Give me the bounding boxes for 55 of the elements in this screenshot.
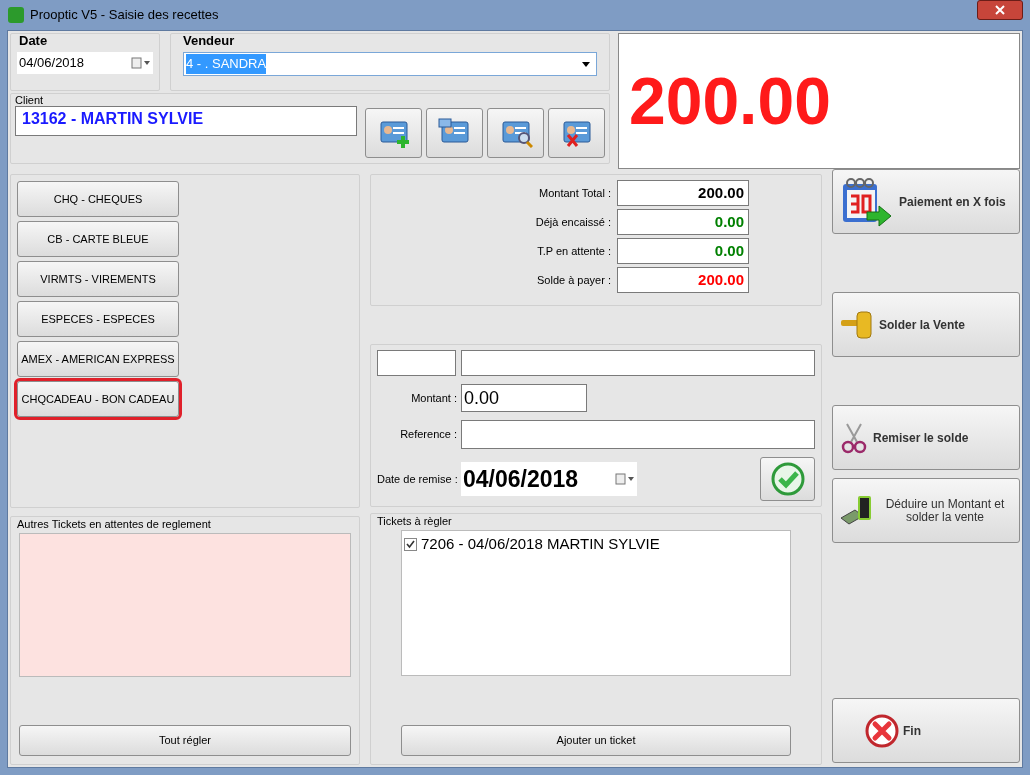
tickets-title: Tickets à règler — [377, 514, 453, 528]
payment-method-button[interactable]: VIRMTS - VIREMENTS — [17, 261, 179, 297]
calendar-dropdown-icon[interactable] — [615, 473, 635, 485]
close-button[interactable] — [977, 0, 1023, 20]
payment-method-button[interactable]: AMEX - AMERICAN EXPRESS — [17, 341, 179, 377]
autres-tickets-title: Autres Tickets en attentes de reglement — [17, 517, 212, 531]
tout-regler-button[interactable]: Tout régler — [19, 725, 351, 756]
close-icon — [995, 5, 1005, 15]
date-remise-label: Date de remise : — [377, 471, 457, 487]
scissors-icon — [839, 421, 869, 454]
payment-method-button[interactable]: CB - CARTE BLEUE — [17, 221, 179, 257]
action-button[interactable]: Paiement en X fois — [832, 169, 1020, 234]
close-icon — [865, 713, 899, 748]
payment-method-button[interactable]: ESPECES - ESPECES — [17, 301, 179, 337]
date-field[interactable]: 04/06/2018 — [17, 52, 153, 74]
total-value: 0.00 — [617, 209, 749, 235]
app-logo-icon — [8, 7, 24, 23]
client-label: Client — [15, 94, 45, 106]
action-button[interactable]: Déduire un Montant et solder la vente — [832, 478, 1020, 543]
caret-icon — [582, 61, 590, 67]
date-remise-field[interactable]: 04/06/2018 — [461, 462, 637, 496]
window-title: Prooptic V5 - Saisie des recettes — [30, 6, 220, 25]
total-label: Déjà encaissé : — [535, 214, 611, 230]
total-label: Solde à payer : — [537, 272, 611, 288]
client-action-button[interactable] — [426, 108, 483, 158]
gavel-icon — [839, 309, 875, 340]
total-value: 200.00 — [617, 180, 749, 206]
action-button[interactable]: Solder la Vente — [832, 292, 1020, 357]
checkmark-icon — [770, 462, 805, 496]
total-label: Montant Total : — [539, 185, 611, 201]
action-button[interactable]: Remiser le solde — [832, 405, 1020, 470]
date-label: Date — [19, 34, 49, 48]
reference-field[interactable] — [461, 420, 815, 449]
ticket-label: 7206 - 04/06/2018 MARTIN SYLVIE — [421, 534, 660, 554]
payment-method-button[interactable]: CHQ - CHEQUES — [17, 181, 179, 217]
client-action-button[interactable] — [365, 108, 422, 158]
montant-label: Montant : — [410, 390, 457, 406]
label-field[interactable] — [461, 350, 815, 376]
client-action-button[interactable] — [548, 108, 605, 158]
client-action-button[interactable] — [487, 108, 544, 158]
client-field[interactable]: 13162 - MARTIN SYLVIE — [15, 106, 357, 136]
validate-button[interactable] — [760, 457, 815, 501]
vendeur-label: Vendeur — [183, 34, 236, 48]
calendar-dropdown-icon[interactable] — [131, 57, 151, 69]
total-value: 200.00 — [617, 267, 749, 293]
montant-field[interactable]: 0.00 — [461, 384, 587, 412]
payment-method-button[interactable]: CHQCADEAU - BON CADEAU — [17, 381, 179, 417]
amount-display: 200.00 — [618, 33, 1020, 169]
ajouter-ticket-button[interactable]: Ajouter un ticket — [401, 725, 791, 756]
reference-label: Reference : — [399, 427, 457, 443]
ticket-checkbox[interactable] — [404, 537, 417, 551]
code-field[interactable] — [377, 350, 456, 376]
total-value: 0.00 — [617, 238, 749, 264]
action-button[interactable]: Fin — [832, 698, 1020, 763]
total-label: T.P en attente : — [537, 243, 611, 259]
